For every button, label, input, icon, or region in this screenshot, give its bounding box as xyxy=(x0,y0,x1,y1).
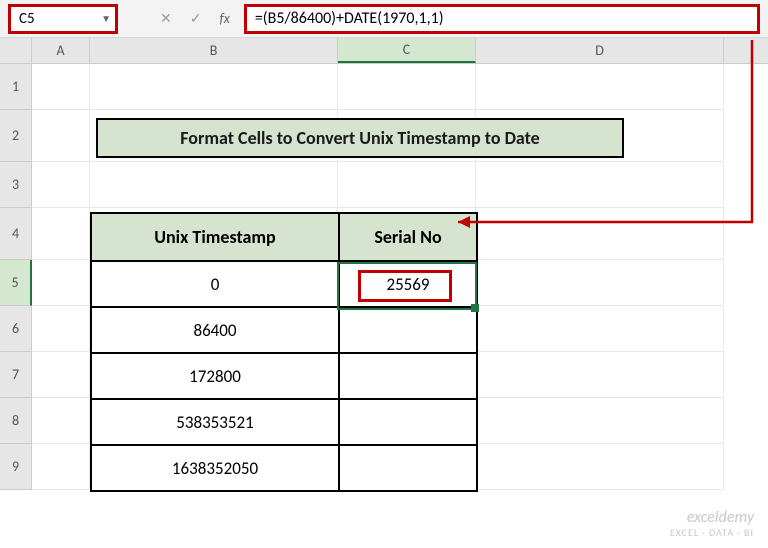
header-serial[interactable]: Serial No xyxy=(339,213,477,261)
cell[interactable] xyxy=(338,64,476,110)
cell-serial[interactable] xyxy=(339,353,477,399)
cell-unix[interactable]: 0 xyxy=(91,261,339,307)
cell[interactable] xyxy=(476,306,724,352)
col-header-b[interactable]: B xyxy=(90,38,338,63)
table-row: 1638352050 xyxy=(91,445,477,491)
select-all-corner[interactable] xyxy=(0,38,32,63)
cell[interactable] xyxy=(32,64,90,110)
cell[interactable] xyxy=(32,352,90,398)
row-header-1[interactable]: 1 xyxy=(0,64,32,110)
row-header-8[interactable]: 8 xyxy=(0,398,32,444)
spreadsheet: A B C D 1 2 3 4 xyxy=(0,38,768,490)
title-text: Format Cells to Convert Unix Timestamp t… xyxy=(180,127,539,149)
row-header-7[interactable]: 7 xyxy=(0,352,32,398)
row-header-3[interactable]: 3 xyxy=(0,162,32,208)
watermark-brand: exceldemy xyxy=(670,509,754,527)
col-header-c[interactable]: C xyxy=(338,38,476,63)
row-header-5[interactable]: 5 xyxy=(0,260,32,306)
table-row: 538353521 xyxy=(91,399,477,445)
chevron-down-icon[interactable]: ▼ xyxy=(101,12,111,25)
formula-input[interactable]: =(B5/86400)+DATE(1970,1,1) xyxy=(244,4,760,34)
fx-icon[interactable]: fx xyxy=(213,10,243,27)
row-header-9[interactable]: 9 xyxy=(0,444,32,490)
cell-serial[interactable] xyxy=(339,445,477,491)
title-banner: Format Cells to Convert Unix Timestamp t… xyxy=(96,118,624,158)
cell[interactable] xyxy=(32,162,90,208)
grid: 1 2 3 4 5 xyxy=(0,64,768,490)
cell-unix[interactable]: 1638352050 xyxy=(91,445,339,491)
cell-serial[interactable] xyxy=(339,307,477,353)
row-header-6[interactable]: 6 xyxy=(0,306,32,352)
cell-unix[interactable]: 172800 xyxy=(91,353,339,399)
cell[interactable] xyxy=(32,260,90,306)
column-headers: A B C D xyxy=(0,38,768,64)
cell[interactable] xyxy=(476,444,724,490)
cell-unix[interactable]: 86400 xyxy=(91,307,339,353)
formula-bar-icons: ✕ ✓ xyxy=(148,10,213,27)
cell[interactable] xyxy=(476,260,724,306)
cell[interactable] xyxy=(476,64,724,110)
col-header-a[interactable]: A xyxy=(32,38,90,63)
cell[interactable] xyxy=(338,162,476,208)
row-header-4[interactable]: 4 xyxy=(0,208,32,260)
data-table: Unix Timestamp Serial No 0 25569 86400 1… xyxy=(90,212,478,492)
name-box-value: C5 xyxy=(19,10,35,28)
cell-serial[interactable] xyxy=(339,399,477,445)
cell-unix[interactable]: 538353521 xyxy=(91,399,339,445)
table-row: 172800 xyxy=(91,353,477,399)
cell[interactable] xyxy=(90,64,338,110)
header-unix[interactable]: Unix Timestamp xyxy=(91,213,339,261)
col-header-d[interactable]: D xyxy=(476,38,724,63)
cell[interactable] xyxy=(476,162,724,208)
cell[interactable] xyxy=(476,208,724,260)
cell[interactable] xyxy=(476,352,724,398)
name-box[interactable]: C5 ▼ xyxy=(8,4,118,34)
cancel-icon[interactable]: ✕ xyxy=(160,10,172,27)
cell-serial[interactable]: 25569 xyxy=(339,261,477,307)
cell[interactable] xyxy=(90,162,338,208)
watermark: exceldemy EXCEL · DATA · BI xyxy=(670,509,754,538)
table-row: 0 25569 xyxy=(91,261,477,307)
row-header-2[interactable]: 2 xyxy=(0,110,32,162)
confirm-icon[interactable]: ✓ xyxy=(190,10,202,27)
cell[interactable] xyxy=(32,444,90,490)
cell[interactable] xyxy=(476,398,724,444)
watermark-tagline: EXCEL · DATA · BI xyxy=(670,527,754,538)
cell[interactable] xyxy=(32,398,90,444)
table-row: 86400 xyxy=(91,307,477,353)
cell[interactable] xyxy=(32,208,90,260)
formula-text: =(B5/86400)+DATE(1970,1,1) xyxy=(255,9,444,28)
cell[interactable] xyxy=(32,306,90,352)
cell[interactable] xyxy=(32,110,90,162)
formula-bar: C5 ▼ ✕ ✓ fx =(B5/86400)+DATE(1970,1,1) xyxy=(0,0,768,38)
